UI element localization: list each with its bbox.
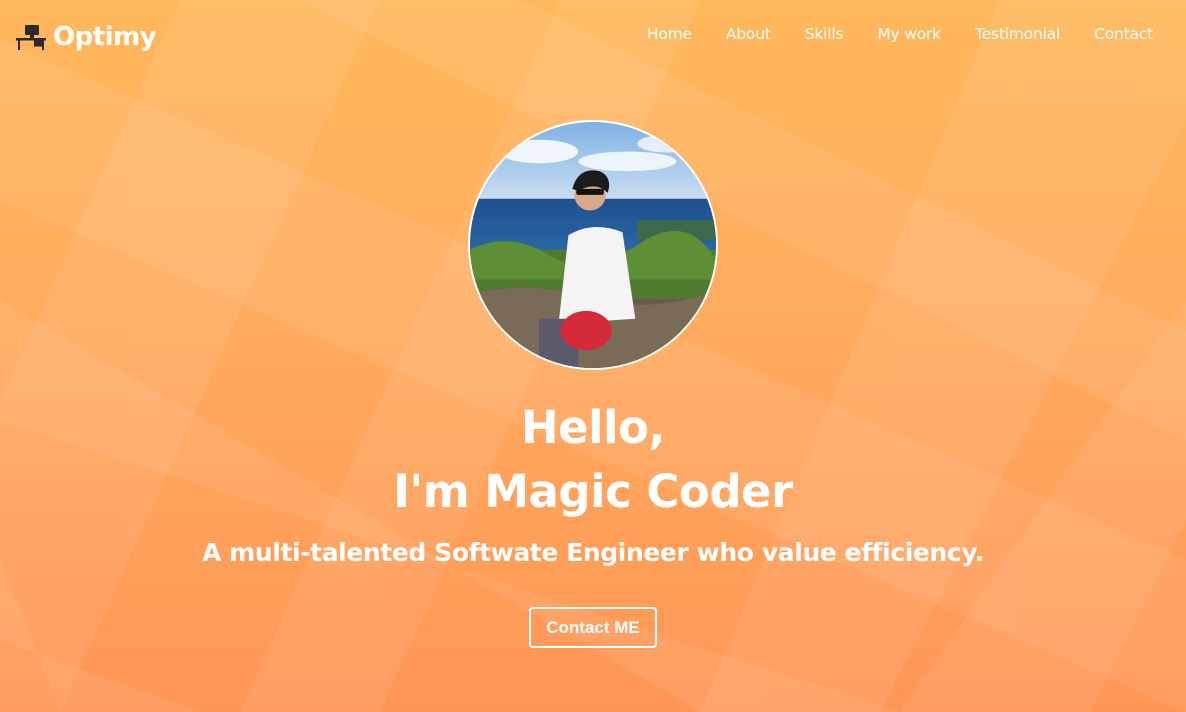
nav-item-home[interactable]: Home [647, 25, 692, 43]
brand-name: Optimy [53, 22, 157, 52]
hero-tagline: A multi-talented Softwate Engineer who v… [202, 538, 984, 567]
contact-me-button[interactable]: Contact ME [529, 607, 657, 648]
navbar: Optimy Home About Skills My work Testimo… [0, 0, 1186, 72]
nav-item-about[interactable]: About [726, 25, 771, 43]
main-nav: Home About Skills My work Testimonial Co… [647, 25, 1153, 43]
hero-greeting: Hello, [520, 401, 666, 454]
nav-item-my-work[interactable]: My work [877, 25, 941, 43]
nav-item-skills[interactable]: Skills [805, 25, 844, 43]
hero-headline: Hello, I'm Magic Coder [0, 396, 1186, 524]
hero-name: I'm Magic Coder [393, 465, 793, 518]
desk-computer-icon [16, 25, 46, 50]
profile-photo [468, 120, 718, 370]
nav-item-contact[interactable]: Contact [1094, 25, 1153, 43]
nav-item-testimonial[interactable]: Testimonial [975, 25, 1060, 43]
brand[interactable]: Optimy [15, 20, 157, 54]
